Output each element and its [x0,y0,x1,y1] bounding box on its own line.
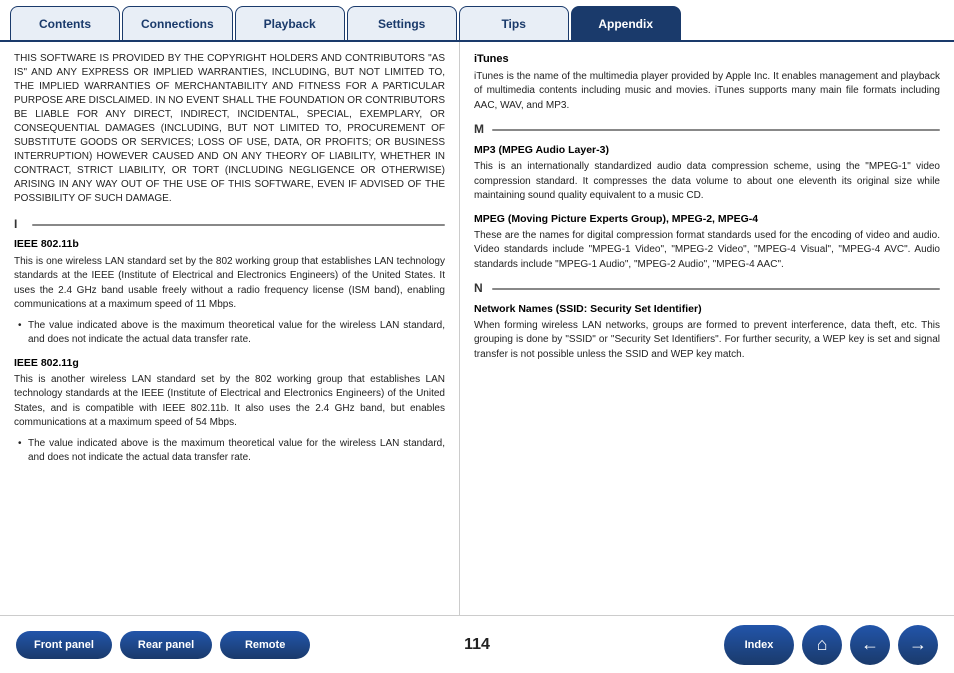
footer-right: Index ⌂ ← → [724,625,938,665]
itunes-title: iTunes [474,52,940,68]
back-icon: ← [861,634,879,655]
section-n-line [492,288,940,290]
rear-panel-button[interactable]: Rear panel [120,631,212,659]
footer: Front panel Rear panel Remote 114 Index … [0,615,954,673]
section-i-line [32,224,445,226]
mpeg-title: MPEG (Moving Picture Experts Group), MPE… [474,212,940,227]
ieee-802-11g-title: IEEE 802.11g [14,356,445,371]
copyright-text: THIS SOFTWARE IS PROVIDED BY THE COPYRIG… [14,52,445,206]
tab-settings[interactable]: Settings [347,6,457,40]
remote-button[interactable]: Remote [220,631,310,659]
section-n-letter: N [474,280,486,297]
footer-left: Front panel Rear panel Remote [16,631,310,659]
tab-tips[interactable]: Tips [459,6,569,40]
right-column: iTunes iTunes is the name of the multime… [460,42,954,615]
section-i-header: I [14,216,445,233]
forward-button[interactable]: → [898,625,938,665]
section-m-header: M [474,121,940,138]
home-button[interactable]: ⌂ [802,625,842,665]
itunes-body: iTunes is the name of the multimedia pla… [474,70,940,114]
ieee-802-11b-title: IEEE 802.11b [14,237,445,252]
ieee-802-11b-bullet: The value indicated above is the maximum… [14,319,445,348]
mp3-body: This is an internationally standardized … [474,160,940,204]
section-m-line [492,129,940,131]
tab-contents[interactable]: Contents [10,6,120,40]
page-number: 114 [464,636,490,654]
back-button[interactable]: ← [850,625,890,665]
content-area: THIS SOFTWARE IS PROVIDED BY THE COPYRIG… [0,42,954,615]
ieee-802-11g-bullet: The value indicated above is the maximum… [14,437,445,466]
mpeg-body: These are the names for digital compress… [474,229,940,273]
front-panel-button[interactable]: Front panel [16,631,112,659]
ieee-802-11b-body: This is one wireless LAN standard set by… [14,255,445,313]
section-n-header: N [474,280,940,297]
ieee-802-11g-body: This is another wireless LAN standard se… [14,373,445,431]
tabs-bar: Contents Connections Playback Settings T… [0,0,954,42]
mp3-title: MP3 (MPEG Audio Layer-3) [474,143,940,158]
tab-playback[interactable]: Playback [235,6,345,40]
network-body: When forming wireless LAN networks, grou… [474,319,940,363]
network-title: Network Names (SSID: Security Set Identi… [474,302,940,317]
section-i-letter: I [14,216,26,233]
index-button[interactable]: Index [724,625,794,665]
tab-connections[interactable]: Connections [122,6,233,40]
home-icon: ⌂ [817,634,828,655]
tab-appendix[interactable]: Appendix [571,6,681,40]
section-m-letter: M [474,121,486,138]
forward-icon: → [909,634,927,655]
left-column: THIS SOFTWARE IS PROVIDED BY THE COPYRIG… [0,42,460,615]
